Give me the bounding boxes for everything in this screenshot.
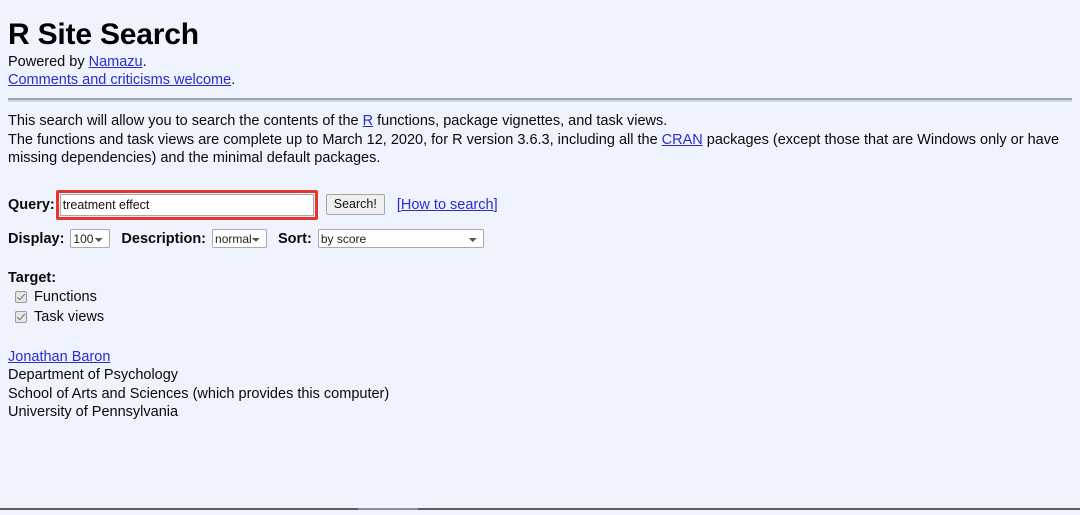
address-line-4: University of Pennsylvania (8, 404, 179, 421)
functions-checkbox[interactable] (15, 290, 27, 303)
detail-text-1: The functions and task views are complet… (8, 131, 662, 148)
display-select[interactable]: 100 (70, 229, 111, 249)
jonathan-baron-link[interactable]: Jonathan Baron (8, 349, 110, 365)
task-views-checkbox[interactable] (15, 310, 27, 323)
search-input[interactable] (59, 193, 314, 216)
powered-by-prefix: Powered by (8, 53, 89, 70)
page-title: R Site Search (8, 18, 199, 51)
how-to-search-link[interactable]: How to search (401, 197, 494, 213)
functions-label: Functions (34, 288, 97, 305)
search-button[interactable]: Search! (325, 194, 385, 216)
author-line: Jonathan Baron (8, 348, 1072, 367)
address-line-3: School of Arts and Sciences (which provi… (8, 385, 390, 402)
bracket-close: ] (493, 196, 498, 213)
sort-select[interactable]: by score (317, 229, 484, 249)
horizontal-rule (8, 98, 1072, 103)
namazu-link[interactable]: Namazu (89, 54, 143, 70)
sort-label: Sort: (278, 230, 312, 247)
comments-link[interactable]: Comments and criticisms welcome (8, 72, 231, 88)
query-row: Query: Search! [How to search] (8, 189, 1072, 220)
intro-paragraph: This search will allow you to search the… (8, 112, 1072, 130)
target-option-task-views[interactable]: Task views (8, 308, 1072, 326)
address-line-2: Department of Psychology (8, 367, 179, 384)
display-label: Display: (8, 230, 65, 247)
detail-paragraph: The functions and task views are complet… (8, 131, 1070, 168)
options-row: Display: 100 Description: normal Sort: b… (8, 228, 1072, 250)
cran-link[interactable]: CRAN (662, 132, 703, 148)
intro-text-2: functions, package vignettes, and task v… (373, 113, 668, 130)
bottom-edge-segment (358, 508, 418, 510)
powered-by-suffix: . (142, 53, 147, 70)
intro-text-1: This search will allow you to search the… (8, 113, 363, 130)
target-group: Target: Functions Task views (8, 270, 1072, 326)
description-label: Description: (121, 230, 207, 247)
comments-line: Comments and criticisms welcome. (8, 71, 1072, 89)
task-views-label: Task views (34, 308, 105, 325)
r-link[interactable]: R (363, 113, 373, 129)
address-block: Jonathan Baron Department of Psychology … (8, 348, 1072, 422)
target-option-functions[interactable]: Functions (8, 288, 1072, 306)
comments-suffix: . (231, 71, 236, 88)
query-highlight-box (55, 189, 318, 220)
how-to-search: [How to search] (397, 197, 498, 213)
powered-by-line: Powered by Namazu. (8, 53, 1072, 71)
description-select[interactable]: normal (212, 229, 268, 249)
page-content: R Site Search Powered by Namazu. Comment… (0, 0, 1080, 508)
window-bottom-edge (0, 508, 1080, 515)
search-form: Query: Search! [How to search] Display: … (8, 189, 1072, 326)
target-title: Target: (8, 269, 57, 286)
query-label: Query: (8, 196, 55, 213)
